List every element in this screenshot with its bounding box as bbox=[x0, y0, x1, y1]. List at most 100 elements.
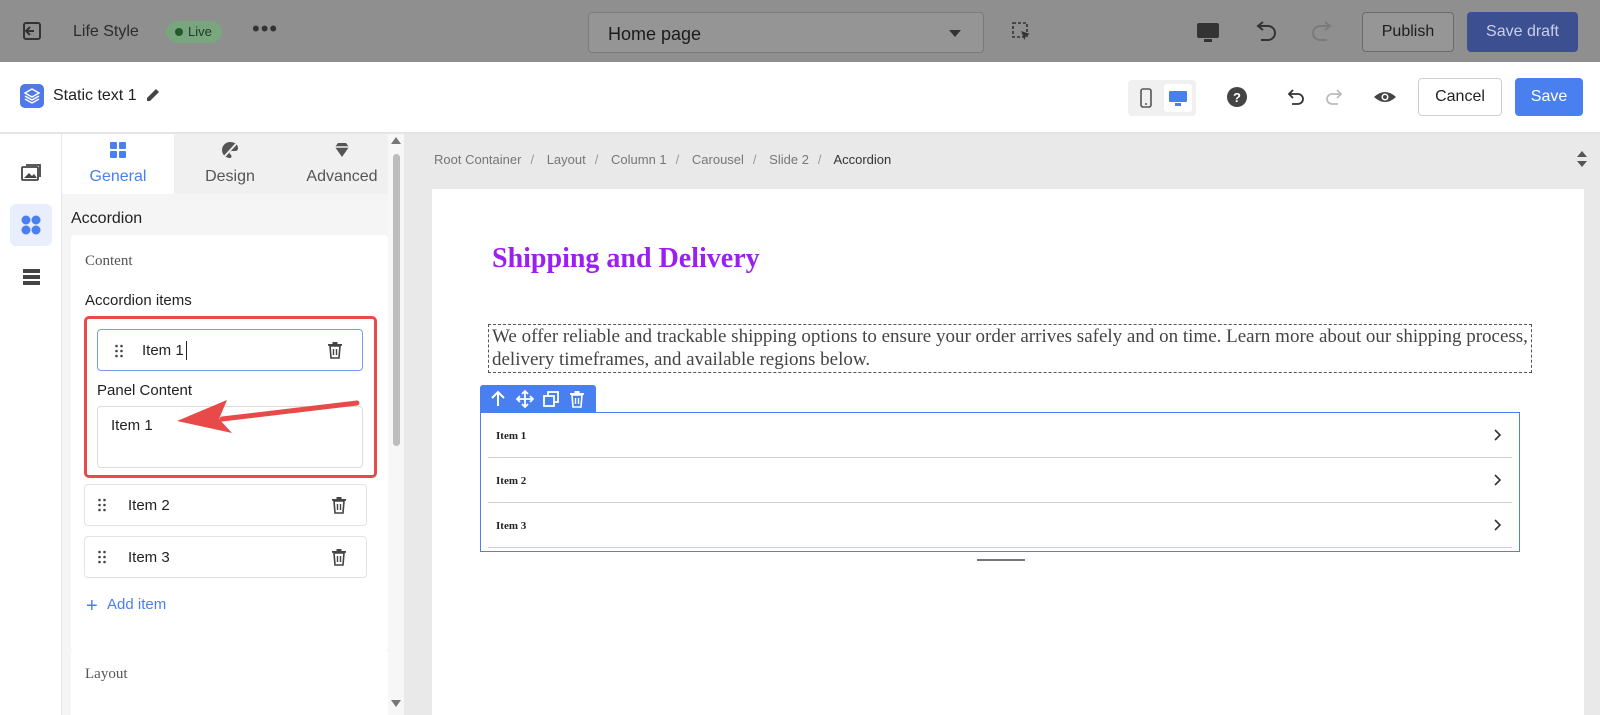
status-badge: Live bbox=[166, 21, 222, 43]
breadcrumb: Root Container / Layout / Column 1/ Carous… bbox=[434, 152, 892, 167]
static-text-block[interactable]: We offer reliable and trackable shipping… bbox=[488, 324, 1532, 373]
palette-icon bbox=[222, 142, 239, 158]
breadcrumb-item[interactable]: Slide 2 bbox=[769, 152, 809, 167]
tab-design[interactable]: Design bbox=[174, 134, 286, 194]
list-item-label: Item 3 bbox=[128, 549, 170, 566]
item-title-input[interactable]: Item 1 bbox=[97, 329, 363, 371]
redo-icon[interactable] bbox=[1309, 20, 1335, 44]
select-parent-icon[interactable] bbox=[489, 390, 507, 408]
rail-item-elements[interactable] bbox=[10, 204, 52, 246]
cancel-button[interactable]: Cancel bbox=[1418, 78, 1502, 116]
page-select[interactable]: Home page bbox=[588, 12, 984, 53]
desktop-view-button[interactable] bbox=[1164, 84, 1192, 112]
redo-icon[interactable] bbox=[1323, 86, 1345, 108]
preview-eye-icon[interactable] bbox=[1373, 87, 1397, 107]
tab-advanced[interactable]: Advanced bbox=[286, 134, 398, 194]
resize-handle[interactable] bbox=[977, 559, 1025, 561]
trash-icon[interactable] bbox=[330, 548, 348, 566]
accordion-row[interactable]: Item 2 bbox=[488, 458, 1512, 503]
status-badge-label: Live bbox=[188, 24, 212, 39]
mobile-view-button[interactable] bbox=[1132, 84, 1160, 112]
panel-scrollbar[interactable] bbox=[388, 134, 404, 715]
tab-advanced-label: Advanced bbox=[306, 168, 378, 185]
element-toolbar bbox=[480, 385, 596, 413]
content-label: Content bbox=[85, 253, 133, 269]
layers-list-icon bbox=[23, 269, 40, 285]
list-item[interactable]: Item 3 bbox=[84, 536, 367, 578]
highlight-box: Item 1 Panel Content Item 1 bbox=[84, 316, 377, 478]
desktop-icon bbox=[1169, 91, 1187, 106]
drag-handle-icon[interactable] bbox=[114, 344, 124, 358]
chevron-right-icon bbox=[1494, 429, 1502, 441]
rail-item-media[interactable] bbox=[10, 152, 52, 194]
help-icon[interactable]: ? bbox=[1226, 86, 1248, 108]
layout-label: Layout bbox=[85, 666, 128, 682]
panel-content-value: Item 1 bbox=[111, 417, 153, 434]
chevron-down-icon bbox=[949, 30, 961, 37]
accordion-row-label: Item 3 bbox=[496, 520, 527, 532]
panel-tabs: General Design Advanced bbox=[62, 134, 398, 194]
tab-general-label: General bbox=[89, 168, 147, 185]
settings-panel: General Design Advanced Accordion Conten… bbox=[62, 134, 398, 715]
tab-general[interactable]: General bbox=[62, 134, 174, 194]
chevron-right-icon bbox=[1494, 519, 1502, 531]
rail-item-layers[interactable] bbox=[10, 256, 52, 298]
image-icon bbox=[21, 164, 41, 181]
page-heading[interactable]: Shipping and Delivery bbox=[492, 243, 760, 275]
duplicate-icon[interactable] bbox=[542, 390, 560, 408]
exit-icon[interactable] bbox=[22, 21, 42, 41]
breadcrumb-current: Accordion bbox=[833, 152, 892, 167]
drag-handle-icon[interactable] bbox=[97, 550, 107, 564]
device-toggle bbox=[1128, 80, 1196, 116]
edit-pencil-icon[interactable] bbox=[144, 86, 162, 104]
item-title-value: Item 1 bbox=[142, 342, 184, 359]
svg-text:?: ? bbox=[1233, 90, 1241, 105]
accordion-row-label: Item 1 bbox=[496, 430, 527, 442]
scroll-up-icon[interactable] bbox=[391, 137, 401, 144]
add-item-label: Add item bbox=[107, 596, 167, 613]
canvas-scroll-icon[interactable] bbox=[1576, 150, 1588, 168]
add-item-button[interactable]: + Add item bbox=[84, 588, 166, 622]
trash-icon[interactable] bbox=[568, 390, 586, 408]
list-item[interactable]: Item 2 bbox=[84, 484, 367, 526]
editor-header: Static text 1 ? Cancel Save bbox=[0, 62, 1600, 133]
live-dot-icon bbox=[175, 28, 183, 36]
grid-icon bbox=[110, 142, 126, 158]
undo-icon[interactable] bbox=[1253, 20, 1279, 44]
move-icon[interactable] bbox=[516, 390, 534, 408]
store-name: Life Style bbox=[73, 23, 139, 40]
accordion-row[interactable]: Item 1 bbox=[488, 413, 1512, 458]
annotation-arrow-icon bbox=[177, 400, 360, 433]
text-cursor bbox=[186, 341, 187, 360]
breadcrumb-item[interactable]: Layout bbox=[547, 152, 586, 167]
trash-icon[interactable] bbox=[326, 341, 344, 359]
breadcrumb-item[interactable]: Column 1 bbox=[611, 152, 667, 167]
publish-button[interactable]: Publish bbox=[1362, 12, 1454, 52]
breadcrumb-item[interactable]: Root Container bbox=[434, 152, 521, 167]
desktop-icon[interactable] bbox=[1196, 22, 1220, 44]
scroll-down-icon[interactable] bbox=[391, 700, 401, 707]
mobile-icon bbox=[1140, 88, 1152, 108]
canvas-area: Root Container / Layout / Column 1/ Carous… bbox=[404, 134, 1600, 715]
accordion-row[interactable]: Item 3 bbox=[488, 503, 1512, 548]
breadcrumb-item[interactable]: Carousel bbox=[692, 152, 744, 167]
content-card: Content Accordion items Item 1 Panel Con… bbox=[71, 235, 388, 651]
undo-icon[interactable] bbox=[1285, 86, 1307, 108]
more-icon[interactable]: ••• bbox=[252, 16, 278, 42]
plus-icon: + bbox=[86, 595, 98, 617]
page-select-value: Home page bbox=[608, 24, 702, 44]
drag-handle-icon[interactable] bbox=[97, 498, 107, 512]
section-title: Accordion bbox=[71, 210, 143, 227]
trash-icon[interactable] bbox=[330, 496, 348, 514]
left-rail bbox=[0, 134, 62, 715]
save-draft-button[interactable]: Save draft bbox=[1467, 12, 1578, 52]
accordion-items-label: Accordion items bbox=[85, 292, 192, 309]
accordion-row-label: Item 2 bbox=[496, 475, 527, 487]
diamond-icon bbox=[335, 143, 349, 157]
select-element-icon[interactable] bbox=[1012, 22, 1032, 42]
accordion-block[interactable]: Item 1 Item 2 Item 3 bbox=[480, 412, 1520, 552]
save-button[interactable]: Save bbox=[1515, 78, 1583, 116]
scroll-thumb[interactable] bbox=[393, 154, 400, 446]
elements-icon bbox=[21, 215, 41, 235]
page-canvas: Shipping and Delivery We offer reliable … bbox=[432, 189, 1584, 715]
